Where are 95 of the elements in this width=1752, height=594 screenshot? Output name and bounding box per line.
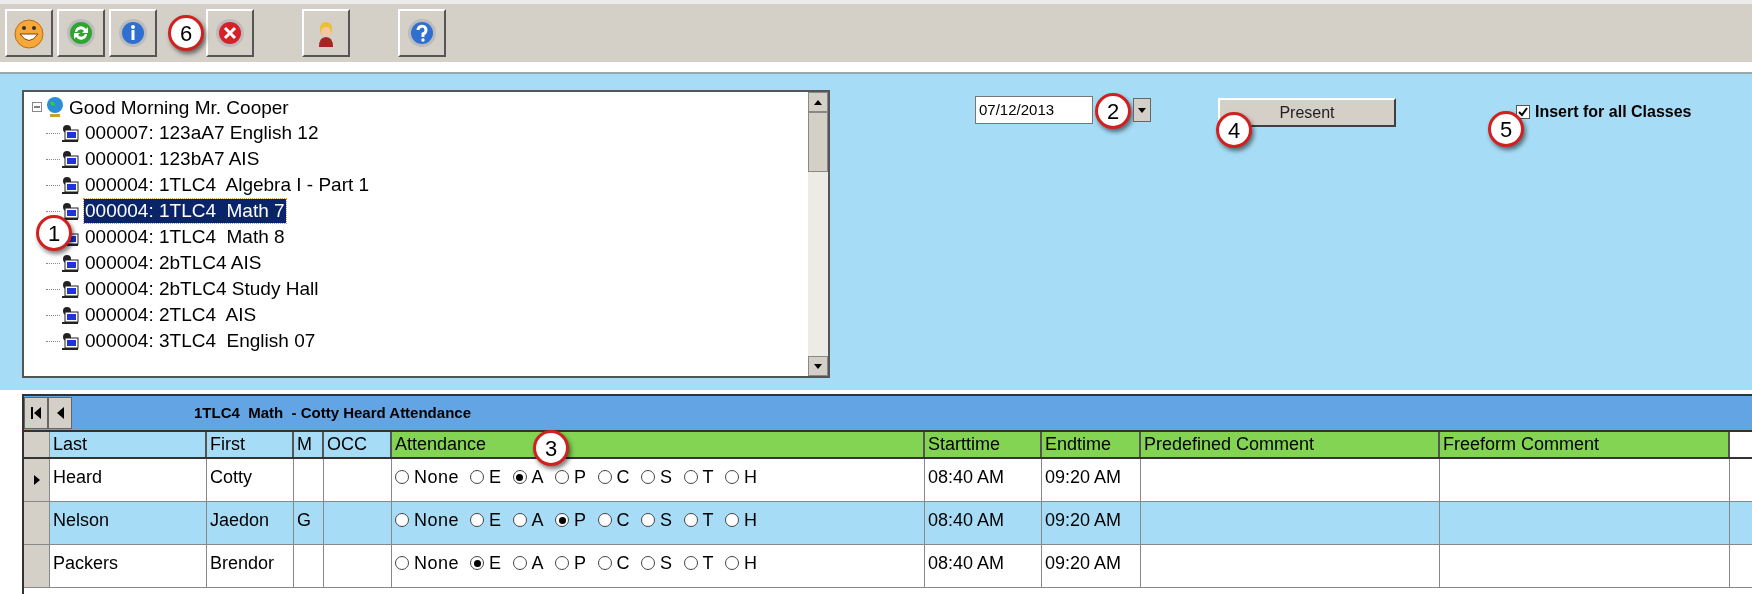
help-button[interactable] xyxy=(398,9,446,57)
table-cell: 08:40 AM xyxy=(925,459,1042,501)
radio-option[interactable]: C xyxy=(597,545,631,587)
radio-option[interactable]: T xyxy=(683,459,715,501)
column-header[interactable]: OCC xyxy=(324,432,392,457)
table-cell: 08:40 AM xyxy=(925,502,1042,544)
radio-option[interactable]: T xyxy=(683,502,715,544)
radio-option[interactable]: H xyxy=(725,459,758,501)
class-icon xyxy=(60,123,80,143)
table-cell: Brendor xyxy=(207,545,294,587)
caret-icon xyxy=(1138,107,1146,113)
refresh-button[interactable] xyxy=(57,9,105,57)
tree-item[interactable]: 000004: 2bTLC4 Study Hall xyxy=(84,277,320,301)
close-icon xyxy=(214,17,246,49)
up-arrow-icon xyxy=(814,99,822,105)
radio-option[interactable]: A xyxy=(512,502,545,544)
down-arrow-icon xyxy=(814,363,822,369)
class-icon xyxy=(60,175,80,195)
table-cell: Cotty xyxy=(207,459,294,501)
class-icon xyxy=(60,305,80,325)
radio-option[interactable]: S xyxy=(641,459,673,501)
radio-option[interactable]: H xyxy=(725,545,758,587)
radio-option[interactable]: P xyxy=(555,545,587,587)
row-selector[interactable] xyxy=(24,459,50,501)
tree-item[interactable]: 000001: 123bA7 AIS xyxy=(84,147,261,171)
table-cell: Packers xyxy=(50,545,207,587)
radio-option[interactable]: P xyxy=(555,502,587,544)
column-header[interactable]: Freeform Comment xyxy=(1440,432,1730,457)
first-record-button[interactable] xyxy=(24,397,48,429)
scroll-up-button[interactable] xyxy=(808,92,828,112)
grid-title: 1TLC4 Math - Cotty Heard Attendance xyxy=(194,402,471,423)
radio-option[interactable]: H xyxy=(725,502,758,544)
class-icon xyxy=(60,201,80,221)
column-header[interactable]: Starttime xyxy=(925,432,1042,457)
radio-option[interactable]: C xyxy=(597,502,631,544)
first-icon xyxy=(31,407,41,419)
tree-item[interactable]: 000004: 1TLC4 Math 7 xyxy=(84,199,286,223)
globe-icon xyxy=(45,96,65,118)
class-icon xyxy=(60,149,80,169)
radio-option[interactable]: None xyxy=(395,545,460,587)
radio-option[interactable]: None xyxy=(395,459,460,501)
scrollbar[interactable] xyxy=(808,92,828,376)
callout-badge: 2 xyxy=(1095,93,1131,129)
previous-icon xyxy=(56,407,64,419)
tree-item[interactable]: 000004: 2TLC4 AIS xyxy=(84,303,258,327)
column-header[interactable]: First xyxy=(207,432,294,457)
person-button[interactable] xyxy=(302,9,350,57)
collapse-toggle[interactable] xyxy=(32,102,42,112)
radio-option[interactable]: T xyxy=(683,545,715,587)
scroll-thumb[interactable] xyxy=(808,112,828,172)
table-cell: 08:40 AM xyxy=(925,545,1042,587)
refresh-icon xyxy=(65,17,97,49)
insert-all-label: Insert for all Classes xyxy=(1535,102,1692,122)
checkbox[interactable] xyxy=(1516,105,1530,119)
tree-item[interactable]: 000004: 2bTLC4 AIS xyxy=(84,251,263,275)
scroll-down-button[interactable] xyxy=(808,356,828,376)
table-cell: 09:20 AM xyxy=(1042,545,1141,587)
tree-item[interactable]: 000004: 1TLC4 Math 8 xyxy=(84,225,286,249)
radio-option[interactable]: S xyxy=(641,502,673,544)
previous-record-button[interactable] xyxy=(48,397,72,429)
dropdown-button[interactable] xyxy=(1133,98,1151,122)
date-field[interactable]: 07/12/2013 xyxy=(975,96,1093,124)
column-header[interactable]: Predefined Comment xyxy=(1141,432,1440,457)
tree-root-label[interactable]: Good Morning Mr. Cooper xyxy=(69,92,289,122)
class-icon xyxy=(60,279,80,299)
radio-option[interactable]: None xyxy=(395,502,460,544)
help-icon xyxy=(406,17,438,49)
close-button[interactable] xyxy=(206,9,254,57)
class-icon xyxy=(60,253,80,273)
radio-option[interactable]: C xyxy=(597,459,631,501)
info-button[interactable] xyxy=(109,9,157,57)
table-cell: Jaedon xyxy=(207,502,294,544)
smiley-icon xyxy=(13,17,45,49)
minus-icon xyxy=(34,104,40,110)
radio-option[interactable]: A xyxy=(512,545,545,587)
tree-item[interactable]: 000004: 3TLC4 English 07 xyxy=(84,329,317,353)
table-cell: G xyxy=(294,502,324,544)
radio-option[interactable]: E xyxy=(470,502,502,544)
current-row-icon xyxy=(33,475,40,485)
class-icon xyxy=(60,331,80,351)
radio-option[interactable]: S xyxy=(641,545,673,587)
radio-option[interactable]: E xyxy=(470,459,502,501)
row-header xyxy=(24,432,50,457)
tree-item[interactable]: 000007: 123aA7 English 12 xyxy=(84,121,320,145)
info-icon xyxy=(117,17,149,49)
table-cell: Nelson xyxy=(50,502,207,544)
table-cell: 09:20 AM xyxy=(1042,502,1141,544)
column-header[interactable]: Last xyxy=(50,432,207,457)
radio-option[interactable]: E xyxy=(470,545,502,587)
table-cell: 09:20 AM xyxy=(1042,459,1141,501)
tree-item[interactable]: 000004: 1TLC4 Algebra I - Part 1 xyxy=(84,173,371,197)
table-cell: Heard xyxy=(50,459,207,501)
column-header[interactable]: M xyxy=(294,432,324,457)
column-header[interactable]: Endtime xyxy=(1042,432,1141,457)
smiley-button[interactable] xyxy=(5,9,53,57)
